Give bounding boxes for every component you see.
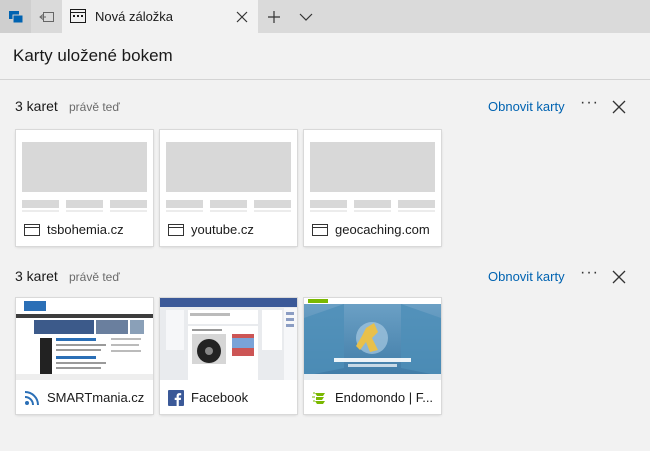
tab-card[interactable]: SMARTmania.cz xyxy=(16,298,153,414)
page-thumbnail xyxy=(16,298,153,380)
new-tab-page-icon xyxy=(70,9,86,23)
tab-card[interactable]: geocaching.com xyxy=(304,130,441,246)
page-thumbnail xyxy=(160,298,297,380)
plus-icon xyxy=(268,10,280,23)
set-aside-icon xyxy=(38,11,54,22)
group-time: právě teď xyxy=(69,270,120,284)
close-tab-icon[interactable] xyxy=(234,9,250,25)
tab-card[interactable]: youtube.cz xyxy=(160,130,297,246)
restore-tabs-link[interactable]: Obnovit karty xyxy=(488,99,565,114)
page-thumbnail xyxy=(304,298,441,380)
more-options-button[interactable]: ··· xyxy=(580,264,599,282)
page-icon xyxy=(168,224,184,236)
tab-new-tab[interactable]: Nová záložka xyxy=(62,0,258,33)
tab-thumbnail-placeholder xyxy=(304,130,441,212)
tab-card[interactable]: tsbohemia.cz xyxy=(16,130,153,246)
tab-card-label: SMARTmania.cz xyxy=(47,390,145,405)
tab-strip: Nová záložka xyxy=(0,0,650,33)
close-group-icon[interactable] xyxy=(612,270,626,284)
group-time: právě teď xyxy=(69,100,120,114)
close-group-icon[interactable] xyxy=(612,100,626,114)
rss-icon xyxy=(24,391,39,406)
group-count: 3 karet xyxy=(15,268,58,284)
tab-thumbnail-placeholder xyxy=(16,130,153,212)
endomondo-icon xyxy=(312,392,325,404)
new-tab-button[interactable] xyxy=(260,0,288,33)
tab-title: Nová záložka xyxy=(95,9,174,24)
set-tabs-aside-button[interactable] xyxy=(31,0,62,33)
pane-divider xyxy=(0,79,650,80)
tab-card[interactable]: Facebook xyxy=(160,298,297,414)
tab-card-label: Endomondo | F... xyxy=(335,390,434,405)
tab-card-label: Facebook xyxy=(191,390,249,405)
tab-thumbnail-placeholder xyxy=(160,130,297,212)
tab-group-header: 3 karet právě teď Obnovit karty ··· xyxy=(0,94,650,118)
tab-preview-button[interactable] xyxy=(292,0,320,33)
pane-title: Karty uložené bokem xyxy=(13,46,173,65)
tab-card-label: youtube.cz xyxy=(191,222,254,237)
tab-card-label: geocaching.com xyxy=(335,222,430,237)
tab-card-label: tsbohemia.cz xyxy=(47,222,124,237)
page-icon xyxy=(312,224,328,236)
chevron-down-icon xyxy=(299,13,313,21)
more-options-button[interactable]: ··· xyxy=(580,94,599,112)
page-icon xyxy=(24,224,40,236)
tabs-aside-icon xyxy=(8,10,23,23)
tab-card[interactable]: Endomondo | F... xyxy=(304,298,441,414)
group-count: 3 karet xyxy=(15,98,58,114)
facebook-icon xyxy=(168,390,184,406)
tabs-aside-button[interactable] xyxy=(0,0,31,33)
tab-group-header: 3 karet právě teď Obnovit karty ··· xyxy=(0,264,650,288)
restore-tabs-link[interactable]: Obnovit karty xyxy=(488,269,565,284)
